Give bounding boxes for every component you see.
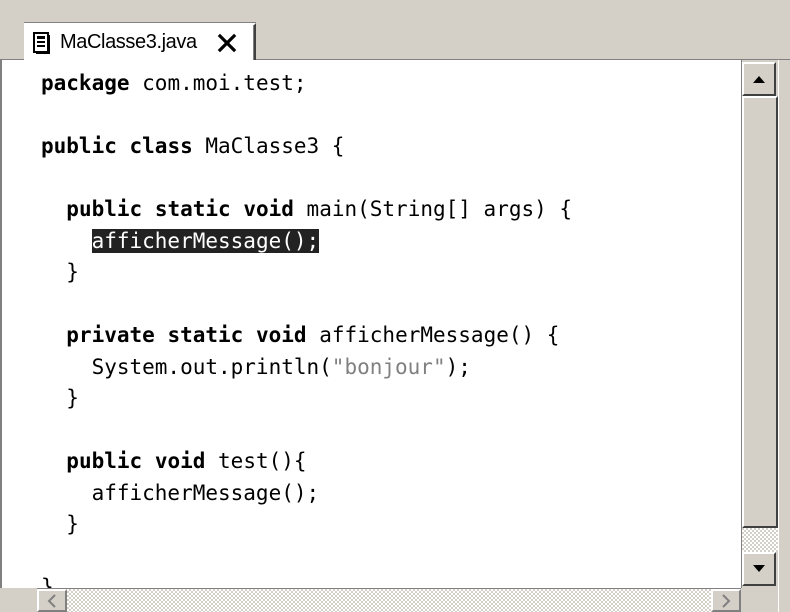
- tab-maclasse3-java[interactable]: MaClasse3.java: [24, 23, 256, 60]
- code-line[interactable]: afficherMessage();: [41, 226, 572, 258]
- keyword: package: [41, 71, 130, 95]
- code-line[interactable]: [41, 541, 572, 573]
- code-line[interactable]: }: [41, 257, 572, 289]
- keyword: private: [66, 323, 155, 347]
- code-token: MaClasse3 {: [192, 134, 345, 158]
- scroll-right-button[interactable]: [711, 589, 741, 612]
- code-token: }: [41, 260, 79, 284]
- keyword: public: [66, 197, 143, 221]
- code-line[interactable]: }: [41, 572, 572, 588]
- scroll-right-arrow-icon: [722, 593, 731, 608]
- code-token: }: [41, 575, 54, 588]
- code-editor[interactable]: package com.moi.test; public class MaCla…: [37, 60, 741, 588]
- code-line[interactable]: public static void main(String[] args) {: [41, 194, 572, 226]
- code-text[interactable]: package com.moi.test; public class MaCla…: [41, 68, 572, 588]
- code-token: com.moi.test;: [129, 71, 307, 95]
- keyword: class: [129, 134, 193, 158]
- editor-tab-bar: MaClasse3.java: [0, 0, 790, 60]
- right-panel-edge: [778, 60, 790, 612]
- code-token: System.out.println(: [41, 354, 332, 379]
- scroll-left-button[interactable]: [37, 589, 67, 612]
- code-line[interactable]: [41, 163, 572, 195]
- editor-window: MaClasse3.java package com.moi.test; pub…: [0, 0, 790, 612]
- code-line[interactable]: private static void afficherMessage() {: [41, 320, 572, 352]
- keyword: static: [154, 197, 231, 221]
- scroll-up-arrow-icon: [753, 76, 765, 83]
- scroll-left-arrow-icon: [47, 593, 56, 608]
- code-token: afficherMessage();: [41, 480, 320, 505]
- code-token: }: [41, 512, 79, 536]
- scroll-down-button[interactable]: [742, 552, 776, 586]
- java-file-icon: [33, 31, 51, 54]
- code-line[interactable]: public void test(){: [41, 446, 572, 478]
- code-token: main(String[] args) {: [293, 197, 573, 221]
- tab-close-button[interactable]: [215, 31, 239, 55]
- code-line[interactable]: [41, 415, 572, 447]
- code-line[interactable]: [41, 100, 572, 132]
- code-line[interactable]: }: [41, 509, 572, 541]
- code-token: );: [445, 354, 471, 379]
- code-line[interactable]: afficherMessage();: [41, 478, 572, 510]
- string-literal: "bonjour": [331, 354, 446, 379]
- code-line[interactable]: }: [41, 383, 572, 415]
- code-token: afficherMessage() {: [306, 323, 560, 347]
- keyword: static: [167, 323, 244, 347]
- editor-left-gutter: [0, 60, 37, 588]
- keyword: void: [255, 323, 307, 347]
- vertical-scroll-thumb[interactable]: [742, 96, 778, 528]
- code-line[interactable]: System.out.println("bonjour");: [41, 352, 572, 384]
- keyword: public: [41, 134, 117, 158]
- selected-text: afficherMessage();: [91, 228, 320, 253]
- code-line[interactable]: package com.moi.test;: [41, 68, 572, 100]
- code-token: }: [41, 386, 79, 410]
- vertical-scrollbar[interactable]: [741, 60, 778, 588]
- tab-title: MaClasse3.java: [60, 31, 197, 53]
- keyword: void: [243, 197, 294, 221]
- scrollbar-corner: [741, 588, 778, 612]
- keyword: void: [154, 449, 206, 473]
- code-line[interactable]: [41, 289, 572, 321]
- close-icon: [217, 33, 236, 52]
- scroll-up-button[interactable]: [742, 62, 776, 96]
- code-token: test(){: [205, 449, 307, 473]
- horizontal-scrollbar[interactable]: [37, 588, 741, 612]
- code-line[interactable]: public class MaClasse3 {: [41, 131, 572, 163]
- keyword: public: [66, 449, 143, 473]
- scroll-down-arrow-icon: [753, 565, 765, 572]
